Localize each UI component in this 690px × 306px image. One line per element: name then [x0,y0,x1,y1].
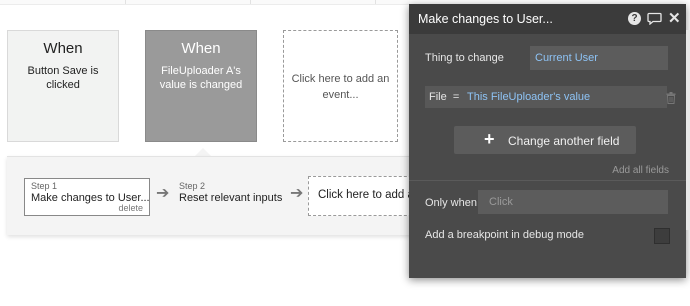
actions-strip: Step 1 Make changes to User... delete ➔ … [7,156,427,235]
event-card-button-save[interactable]: When Button Save is clicked [7,30,119,142]
workflow-top-bar [0,0,410,5]
add-all-fields-link[interactable]: Add all fields [612,165,669,176]
step-number: Step 2 [179,181,206,191]
event-description: FileUploader A's value is changed [159,65,243,91]
help-icon[interactable]: ? [628,12,641,25]
property-editor: Make changes to User... ? ✕ Thing to cha… [409,4,686,278]
step-name: Reset relevant inputs [179,192,283,204]
change-another-field-label: Change another field [508,134,620,148]
thing-to-change-label: Thing to change [425,52,504,64]
thing-to-change-dropdown[interactable]: Current User [530,46,668,70]
divider [375,0,376,4]
divider [409,180,686,181]
divider [250,0,251,4]
breakpoint-label: Add a breakpoint in debug mode [425,229,585,241]
selected-event-pointer [195,148,211,156]
editor-title: Make changes to User... [418,12,553,26]
arrow-right-icon: ➔ [156,185,170,202]
only-when-input[interactable]: Click [478,190,668,214]
event-title: When [43,40,83,57]
add-event-label: Click here to add an event... [291,73,390,101]
only-when-label: Only when [425,197,477,209]
field-assignment-row[interactable]: File = This FileUploader's value [425,86,667,108]
action-step-1[interactable]: Step 1 Make changes to User... delete [24,178,150,216]
delete-step-link[interactable]: delete [118,203,143,213]
arrow-right-icon: ➔ [290,185,304,202]
divider [125,0,126,4]
field-key: File = [429,91,460,103]
event-title: When [181,40,221,57]
scrollbar[interactable] [686,30,690,230]
plus-icon: + [484,129,495,149]
event-card-fileuploader[interactable]: When FileUploader A's value is changed [145,30,257,142]
field-value-expression[interactable]: This FileUploader's value [467,91,590,103]
change-another-field-button[interactable]: + Change another field [454,126,636,154]
close-icon[interactable]: ✕ [668,9,681,27]
comment-icon[interactable] [647,12,662,30]
trash-icon[interactable] [666,91,676,109]
breakpoint-checkbox[interactable] [654,228,670,244]
action-step-2[interactable]: Step 2 Reset relevant inputs [178,179,288,215]
editor-header: Make changes to User... ? ✕ [409,4,686,34]
event-description: Button Save is clicked [27,65,99,91]
add-event-placeholder[interactable]: Click here to add an event... [283,30,398,142]
step-number: Step 1 [31,181,58,191]
